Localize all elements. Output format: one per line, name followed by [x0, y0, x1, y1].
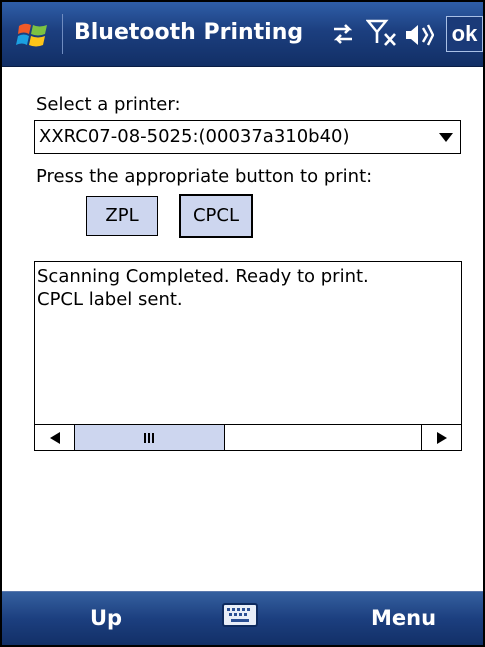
- printer-dropdown-value: XXRC07-08-5025:(00037a310b40): [39, 126, 350, 147]
- log-line: Scanning Completed. Ready to print.: [37, 266, 369, 287]
- scroll-left-button[interactable]: [35, 425, 75, 450]
- title-bar: Bluetooth Printing ok: [2, 2, 483, 67]
- ok-button[interactable]: ok: [446, 16, 483, 52]
- press-button-label: Press the appropriate button to print:: [36, 166, 373, 187]
- scroll-right-button[interactable]: [421, 425, 461, 450]
- status-log[interactable]: Scanning Completed. Ready to print. CPCL…: [34, 261, 462, 451]
- chevron-down-icon: [439, 133, 453, 142]
- horizontal-scrollbar[interactable]: [35, 424, 461, 450]
- scrollbar-thumb[interactable]: [75, 425, 225, 450]
- printer-dropdown[interactable]: XXRC07-08-5025:(00037a310b40): [34, 120, 461, 154]
- softkey-bar: Up Menu: [2, 591, 483, 645]
- volume-icon[interactable]: [404, 22, 434, 48]
- app-title: Bluetooth Printing: [74, 20, 304, 45]
- arrow-left-icon: [50, 432, 60, 444]
- up-softkey[interactable]: Up: [90, 606, 122, 630]
- cpcl-print-button[interactable]: CPCL: [179, 194, 253, 238]
- menu-softkey[interactable]: Menu: [371, 606, 436, 630]
- select-printer-label: Select a printer:: [36, 94, 181, 115]
- sync-icon[interactable]: [330, 22, 356, 46]
- title-divider: [62, 14, 63, 54]
- log-line: CPCL label sent.: [37, 289, 183, 310]
- arrow-right-icon: [437, 432, 447, 444]
- grip-icon: [144, 433, 154, 443]
- signal-icon[interactable]: [366, 19, 398, 47]
- keyboard-icon[interactable]: [222, 603, 258, 627]
- windows-start-icon[interactable]: [16, 17, 50, 51]
- device-screen: Bluetooth Printing ok Select a printer: …: [0, 0, 485, 647]
- zpl-print-button[interactable]: ZPL: [86, 196, 158, 236]
